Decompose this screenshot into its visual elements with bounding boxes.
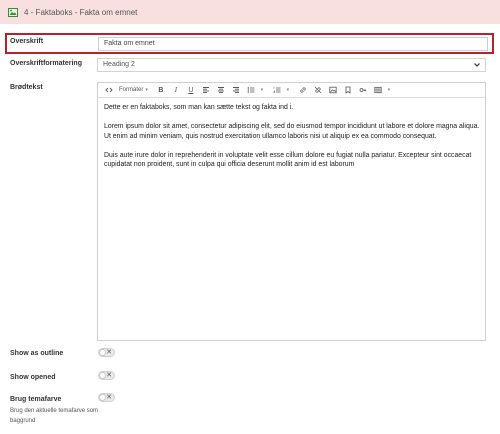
caret-down-icon: ▾ bbox=[145, 87, 148, 93]
align-right-icon[interactable] bbox=[231, 85, 241, 96]
overskrift-input[interactable]: Fakta om emnet bbox=[98, 37, 488, 51]
table-icon[interactable] bbox=[373, 85, 383, 96]
formatter-label: Formater bbox=[119, 87, 144, 93]
caret-down-icon[interactable]: ▾ bbox=[384, 85, 394, 96]
paragraph: Duis aute irure dolor in reprehenderit i… bbox=[104, 151, 472, 169]
show-as-outline-label: Show as outline bbox=[10, 350, 64, 357]
paragraph: Lorem ipsum dolor sit amet, consectetur … bbox=[104, 123, 480, 140]
overskrift-label: Overskrift bbox=[10, 38, 44, 45]
brug-temafarve-toggle[interactable]: ✕ bbox=[98, 393, 115, 402]
formatter-dropdown[interactable]: Formater ▾ bbox=[119, 85, 148, 96]
panel-header: 4 - Faktaboks - Fakta om emnet bbox=[0, 0, 500, 24]
close-icon: ✕ bbox=[106, 372, 112, 379]
brodtekst-label: Brødtekst bbox=[10, 84, 43, 91]
caret-down-icon[interactable]: ▾ bbox=[283, 85, 293, 96]
brug-temafarve-description: Brug den aktuelle temafarve som baggrund bbox=[10, 408, 99, 424]
unlink-icon[interactable] bbox=[313, 85, 323, 96]
italic-icon[interactable]: I bbox=[171, 85, 181, 96]
close-icon: ✕ bbox=[106, 394, 112, 401]
image-icon bbox=[8, 7, 18, 17]
key-icon[interactable] bbox=[358, 85, 368, 96]
bullet-list-icon[interactable] bbox=[246, 85, 256, 96]
toggle-knob bbox=[99, 372, 106, 379]
chevron-down-icon bbox=[474, 63, 480, 67]
numbered-list-icon[interactable] bbox=[272, 85, 282, 96]
heading-select[interactable]: Heading 2 bbox=[97, 58, 486, 72]
heading-select-value: Heading 2 bbox=[103, 61, 135, 68]
underline-icon[interactable]: U bbox=[186, 85, 196, 96]
show-as-outline-toggle[interactable]: ✕ bbox=[98, 348, 115, 357]
image-icon[interactable] bbox=[328, 85, 338, 96]
rich-text-editor[interactable]: Formater ▾ B I U ▾ ▾ ▾ Dette er en fakta… bbox=[97, 82, 486, 341]
close-icon: ✕ bbox=[106, 349, 112, 356]
panel-title: 4 - Faktaboks - Fakta om emnet bbox=[24, 7, 138, 17]
show-opened-toggle[interactable]: ✕ bbox=[98, 371, 115, 380]
align-left-icon[interactable] bbox=[201, 85, 211, 96]
show-opened-label: Show opened bbox=[10, 374, 56, 381]
bookmark-icon[interactable] bbox=[343, 85, 353, 96]
toggle-knob bbox=[99, 394, 106, 401]
link-icon[interactable] bbox=[298, 85, 308, 96]
brug-temafarve-label: Brug temafarve bbox=[10, 396, 62, 403]
source-code-icon[interactable] bbox=[104, 85, 114, 96]
editor-toolbar: Formater ▾ B I U ▾ ▾ ▾ bbox=[98, 83, 485, 98]
caret-down-icon[interactable]: ▾ bbox=[257, 85, 267, 96]
toggle-knob bbox=[99, 349, 106, 356]
align-center-icon[interactable] bbox=[216, 85, 226, 96]
bold-icon[interactable]: B bbox=[156, 85, 166, 96]
paragraph: Dette er en faktaboks, som man kan sætte… bbox=[104, 104, 294, 111]
editor-content[interactable]: Dette er en faktaboks, som man kan sætte… bbox=[104, 103, 482, 179]
overskriftformatering-label: Overskriftformatering bbox=[10, 60, 82, 67]
